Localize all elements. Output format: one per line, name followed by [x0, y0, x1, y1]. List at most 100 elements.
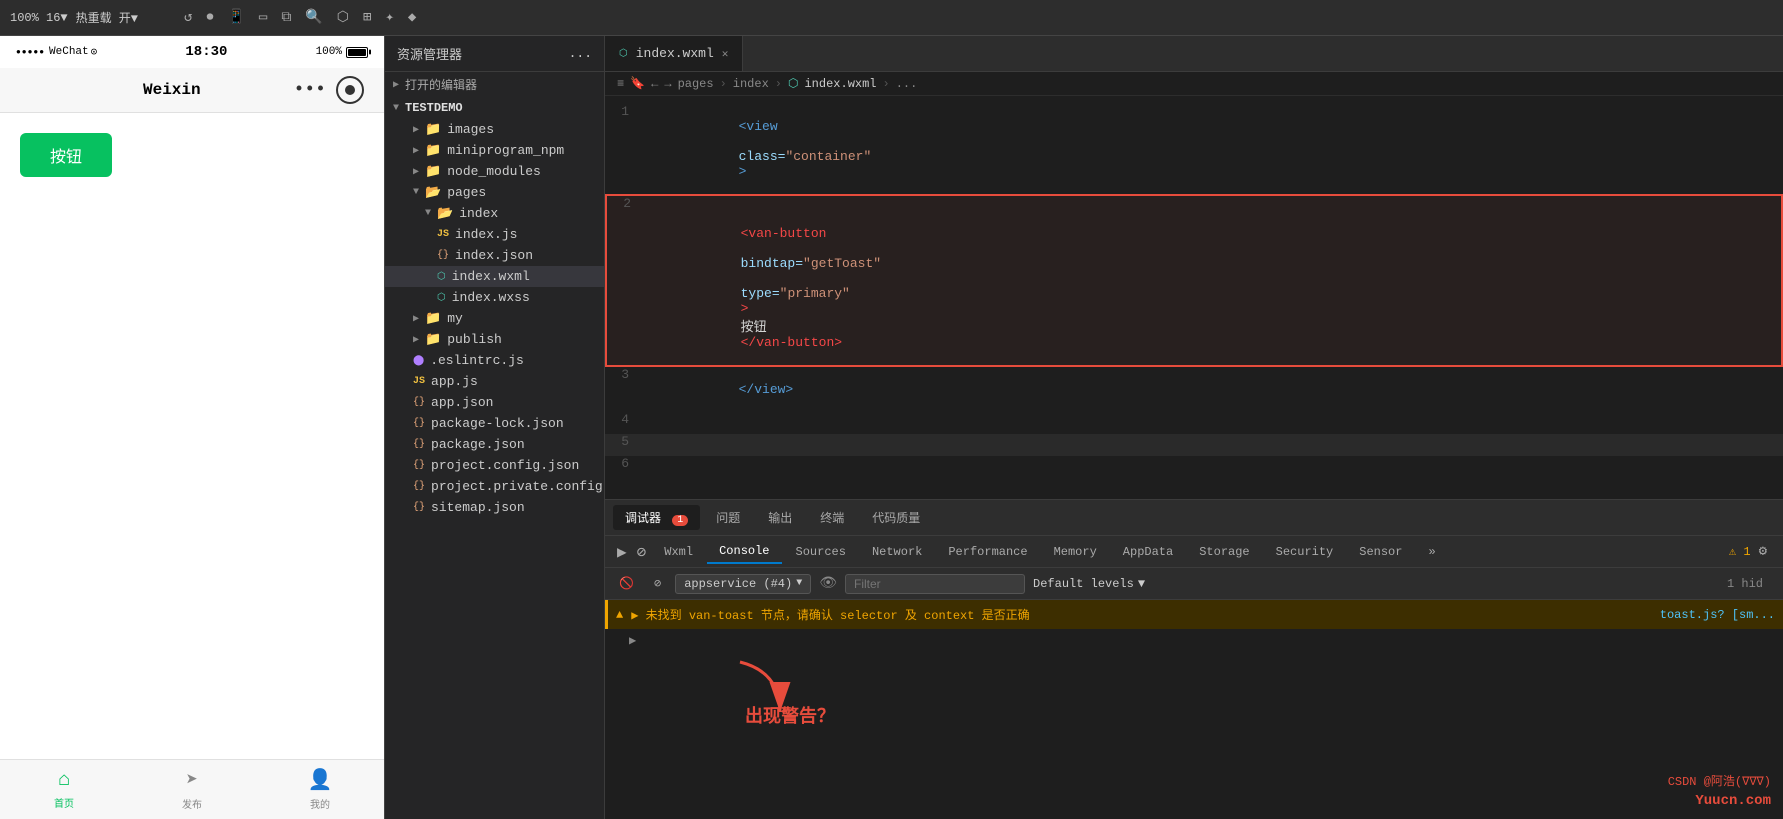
- devtools-stop-btn[interactable]: ⊘: [633, 542, 651, 562]
- folder-index[interactable]: ▼ 📂 index: [385, 203, 604, 224]
- line-number-2: 2: [607, 196, 647, 211]
- console-clear-icon[interactable]: 🚫: [613, 574, 640, 593]
- zoom-control[interactable]: 100% 16▼: [10, 11, 68, 25]
- devtools-inner-tab-memory[interactable]: Memory: [1042, 541, 1109, 563]
- phone-icon[interactable]: 📱: [227, 9, 244, 26]
- file-sitemap-json-label: sitemap.json: [431, 500, 525, 515]
- window-icon[interactable]: ▭: [259, 9, 267, 26]
- file-project-private-config[interactable]: {} project.private.config.js...: [385, 476, 604, 497]
- file-package-json[interactable]: {} package.json: [385, 434, 604, 455]
- devtools-inner-tab-storage[interactable]: Storage: [1187, 541, 1261, 563]
- profile-icon[interactable]: ◆: [408, 9, 416, 26]
- devtools-pause-btn[interactable]: ▶: [613, 542, 631, 562]
- breadcrumb-forward-icon[interactable]: →: [664, 77, 671, 91]
- breadcrumb-sep-3: ›: [883, 77, 890, 91]
- project-section[interactable]: ▼ TESTDEMO: [385, 97, 604, 119]
- folder-images[interactable]: ▶ 📁 images: [385, 119, 604, 140]
- debug-icon[interactable]: ✦: [385, 9, 393, 26]
- phone-button[interactable]: 按钮: [20, 133, 112, 177]
- profile-nav-icon: 👤: [308, 767, 333, 793]
- console-levels-select[interactable]: Default levels ▼: [1033, 577, 1145, 591]
- phone-signal-dots: ●●●●●: [16, 48, 45, 57]
- file-eslintrc[interactable]: ⬤ .eslintrc.js: [385, 350, 604, 371]
- phone-nav-home[interactable]: ⌂ 首页: [0, 769, 128, 811]
- tab-close-icon[interactable]: ✕: [722, 47, 729, 61]
- folder-miniprogram-npm[interactable]: ▶ 📁 miniprogram_npm: [385, 140, 604, 161]
- phone-record-button[interactable]: [336, 76, 364, 104]
- phone-nav-icons: •••: [294, 76, 364, 104]
- search-icon[interactable]: 🔍: [305, 9, 322, 26]
- phone-nav-my[interactable]: 👤 我的: [256, 767, 384, 812]
- devtools-inner-tab-performance[interactable]: Performance: [936, 541, 1039, 563]
- devtools-inner-tab-more[interactable]: »: [1416, 541, 1447, 563]
- open-editors-section[interactable]: ▶ 打开的编辑器: [385, 72, 604, 97]
- devtools-console-content: ▲ ▶ 未找到 van-toast 节点，请确认 selector 及 cont…: [605, 600, 1783, 819]
- devtools-tab-issues[interactable]: 问题: [704, 505, 752, 530]
- folder-node-modules[interactable]: ▶ 📁 node_modules: [385, 161, 604, 182]
- code-line-1: 1 <view class="container" >: [605, 104, 1783, 194]
- tag-van-button-close: >: [741, 301, 749, 316]
- space-2: [741, 241, 749, 256]
- devtools-tab-quality[interactable]: 代码质量: [860, 505, 932, 530]
- layout-icon[interactable]: ⊞: [363, 9, 371, 26]
- editor-tab-wxml[interactable]: ⬡ index.wxml ✕: [605, 36, 743, 71]
- inner-tab-performance-label: Performance: [948, 545, 1027, 559]
- file-index-js[interactable]: JS index.js: [385, 224, 604, 245]
- file-project-config-json[interactable]: {} project.config.json: [385, 455, 604, 476]
- code-editor[interactable]: 1 <view class="container" > 2 <van-butto…: [605, 96, 1783, 499]
- top-toolbar: 100% 16▼ 热重载 开▼ ↺ ⏺ 📱 ▭ ⧉ 🔍 ⬡ ⊞ ✦ ◆: [0, 0, 1783, 36]
- explorer-more-icon[interactable]: ...: [569, 46, 592, 61]
- folder-pages[interactable]: ▼ 📂 pages: [385, 182, 604, 203]
- console-expand-arrow: ▶: [629, 634, 636, 648]
- devtools-tab-terminal[interactable]: 终端: [808, 505, 856, 530]
- breadcrumb-back-icon[interactable]: ←: [651, 77, 658, 91]
- devtools-inner-tab-security[interactable]: Security: [1264, 541, 1346, 563]
- refresh-icon[interactable]: ↺: [184, 9, 192, 26]
- phone-content: 按钮: [0, 113, 384, 759]
- editor-tabs: ⬡ index.wxml ✕: [605, 36, 1783, 72]
- devtools-tab-issues-label: 问题: [716, 512, 740, 526]
- devtools-inner-tab-sensor[interactable]: Sensor: [1347, 541, 1414, 563]
- file-app-json[interactable]: {} app.json: [385, 392, 604, 413]
- devtools-inner-tab-wxml[interactable]: Wxml: [652, 541, 705, 563]
- breadcrumb-icon: ≡: [617, 77, 624, 91]
- devtools-tab-debugger-label: 调试器: [625, 512, 661, 526]
- folder-publish-label: publish: [447, 332, 502, 347]
- file-sitemap-json[interactable]: {} sitemap.json: [385, 497, 604, 518]
- file-index-wxml[interactable]: ⬡ index.wxml: [385, 266, 604, 287]
- file-index-json-label: index.json: [455, 248, 533, 263]
- phone-ellipsis-icon[interactable]: •••: [294, 80, 326, 100]
- console-pause-icon[interactable]: ⊘: [648, 574, 667, 593]
- copy-icon[interactable]: ⧉: [281, 10, 291, 26]
- devtools-tab-debugger[interactable]: 调试器 1: [613, 505, 700, 530]
- devtools-tab-output-label: 输出: [768, 512, 792, 526]
- devtools-inner-tab-network[interactable]: Network: [860, 541, 934, 563]
- folder-publish[interactable]: ▶ 📁 publish: [385, 329, 604, 350]
- devtools-inner-tab-console[interactable]: Console: [707, 540, 781, 564]
- file-package-lock-json[interactable]: {} package-lock.json: [385, 413, 604, 434]
- file-index-json[interactable]: {} index.json: [385, 245, 604, 266]
- hot-reload-control[interactable]: 热重载 开▼: [76, 9, 138, 26]
- appservice-selector[interactable]: appservice (#4) ▼: [675, 574, 811, 594]
- devtools-inner-tab-appdata[interactable]: AppData: [1111, 541, 1185, 563]
- phone-nav-publish[interactable]: ➤ 发布: [128, 767, 256, 812]
- devtools-settings-icon[interactable]: ⚙: [1759, 543, 1767, 560]
- file-app-js[interactable]: JS app.js: [385, 371, 604, 392]
- folder-my[interactable]: ▶ 📁 my: [385, 308, 604, 329]
- warning-source-link[interactable]: toast.js? [sm...: [1660, 608, 1775, 622]
- devtools-tab-output[interactable]: 输出: [756, 505, 804, 530]
- inner-tab-memory-label: Memory: [1054, 545, 1097, 559]
- folder-publish-arrow: ▶: [413, 334, 419, 346]
- phone-battery-icon: [346, 47, 368, 58]
- eye-icon[interactable]: 👁: [819, 575, 837, 592]
- devtools-inner-tab-sources[interactable]: Sources: [784, 541, 858, 563]
- folder-node-modules-arrow: ▶: [413, 166, 419, 178]
- code-line-3: 3 </view>: [605, 367, 1783, 412]
- console-filter-input[interactable]: [845, 574, 1025, 594]
- console-expand-row[interactable]: ▶: [605, 629, 1783, 652]
- home-icon: ⌂: [58, 769, 70, 792]
- grid-icon[interactable]: ⬡: [337, 9, 349, 26]
- record-icon[interactable]: ⏺: [206, 10, 213, 26]
- file-index-wxss[interactable]: ⬡ index.wxss: [385, 287, 604, 308]
- phone-wifi-icon: ⊙: [91, 45, 98, 59]
